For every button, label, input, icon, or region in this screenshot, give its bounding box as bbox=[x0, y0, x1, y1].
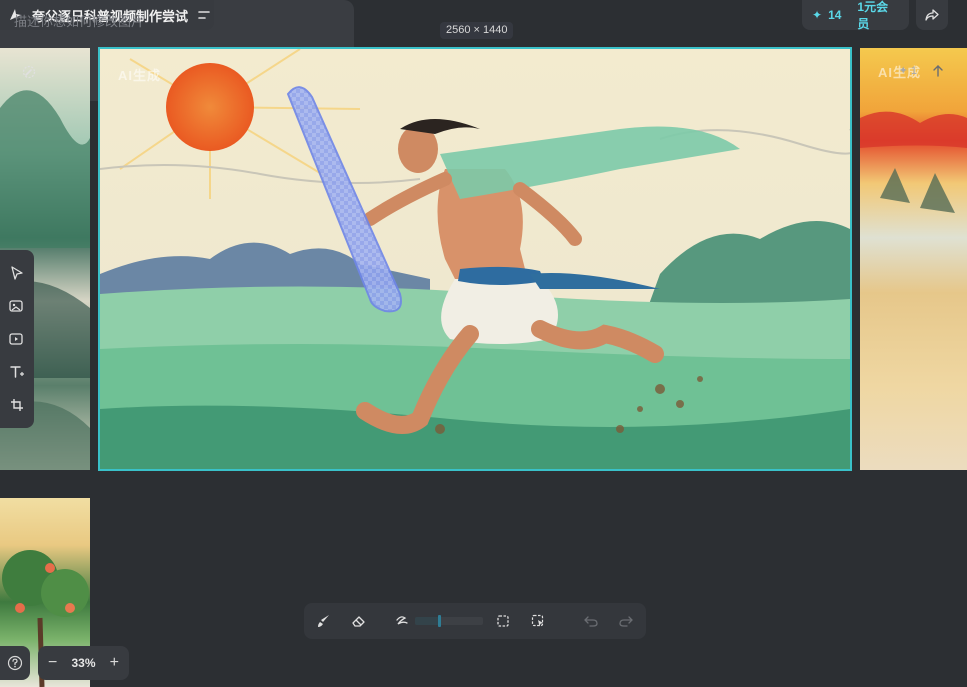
brush-size-icon bbox=[393, 612, 411, 630]
canvas-image-selected[interactable]: AI生成 bbox=[98, 47, 852, 471]
smart-select-icon[interactable] bbox=[529, 612, 547, 630]
video-add-icon[interactable] bbox=[7, 329, 27, 349]
select-tool-icon[interactable] bbox=[7, 263, 27, 283]
edit-toolbar bbox=[304, 603, 646, 639]
eraser-icon[interactable] bbox=[350, 612, 368, 630]
brush-icon[interactable] bbox=[315, 612, 333, 630]
crop-tool-icon[interactable] bbox=[7, 395, 27, 415]
zoom-control: − 33% + bbox=[38, 646, 129, 680]
zoom-in-button[interactable]: + bbox=[110, 654, 119, 672]
brush-size-slider-fill bbox=[415, 617, 439, 625]
cost-star-icon: ✦ bbox=[898, 65, 911, 77]
vip-membership-button[interactable]: 1元会员 bbox=[857, 0, 899, 32]
credits-panel[interactable]: ✦ 14 1元会员 bbox=[802, 0, 909, 32]
share-icon bbox=[923, 6, 941, 24]
cost-value: 1 bbox=[910, 65, 917, 77]
credit-star-icon: ✦ bbox=[812, 8, 823, 22]
generation-cost: ✦ 1 bbox=[899, 64, 917, 77]
rect-select-icon[interactable] bbox=[494, 612, 512, 630]
undo-icon[interactable] bbox=[582, 612, 600, 630]
brush-size-slider[interactable] bbox=[415, 615, 483, 627]
left-toolbar bbox=[0, 250, 34, 428]
magic-brush-icon[interactable] bbox=[20, 63, 38, 81]
ai-watermark-left: AI生成 bbox=[118, 68, 162, 83]
help-icon bbox=[6, 654, 24, 672]
text-add-icon[interactable] bbox=[7, 362, 27, 382]
image-dimensions-label: 2560 × 1440 bbox=[440, 22, 514, 39]
image-add-icon[interactable] bbox=[7, 296, 27, 316]
credit-count: 14 bbox=[828, 8, 842, 22]
zoom-level[interactable]: 33% bbox=[71, 656, 95, 670]
edit-prompt-input[interactable] bbox=[14, 14, 334, 29]
brush-size-slider-thumb[interactable] bbox=[437, 615, 441, 627]
canvas-image-right[interactable]: AI生成 bbox=[860, 48, 967, 470]
redo-icon[interactable] bbox=[617, 612, 635, 630]
zoom-out-button[interactable]: − bbox=[48, 654, 57, 672]
help-button[interactable] bbox=[0, 646, 30, 680]
send-button[interactable] bbox=[929, 62, 947, 80]
share-button[interactable] bbox=[916, 0, 948, 30]
